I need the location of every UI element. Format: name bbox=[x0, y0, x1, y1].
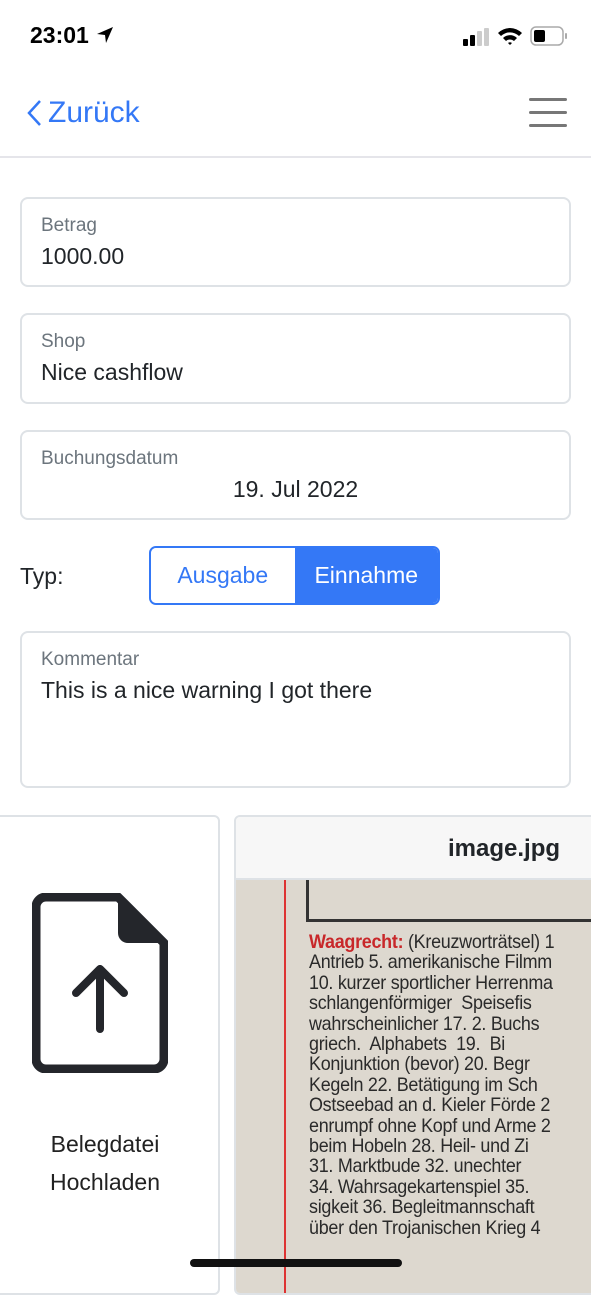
upload-label: Belegdatei Hochladen bbox=[50, 1131, 160, 1195]
comment-label: Kommentar bbox=[41, 649, 140, 670]
attachment-filename: image.jpg bbox=[236, 817, 591, 880]
back-button[interactable]: Zurück bbox=[26, 96, 140, 130]
type-label: Typ: bbox=[20, 563, 64, 589]
type-option-ausgabe[interactable]: Ausgabe bbox=[151, 548, 295, 603]
hamburger-menu-icon[interactable] bbox=[529, 98, 567, 128]
back-label: Zurück bbox=[48, 96, 140, 129]
location-arrow-icon bbox=[97, 27, 114, 43]
status-bar: 23:01 bbox=[0, 0, 591, 70]
amount-label: Betrag bbox=[41, 215, 97, 236]
type-option-einnahme[interactable]: Einnahme bbox=[294, 548, 438, 603]
photo-text: Waagrecht: (Kreuzworträtsel) 1 Antrieb 5… bbox=[309, 931, 555, 1239]
status-time: 23:01 bbox=[30, 22, 115, 49]
amount-value[interactable]: 1000.00 bbox=[41, 243, 124, 270]
booking-date-value[interactable]: 19. Jul 2022 bbox=[22, 476, 569, 503]
type-segmented-control: Ausgabe Einnahme bbox=[149, 546, 440, 605]
crossword-grid bbox=[306, 880, 591, 922]
comment-value[interactable]: This is a nice warning I got there bbox=[41, 677, 372, 704]
attachment-photo: Waagrecht: (Kreuzworträtsel) 1 Antrieb 5… bbox=[236, 880, 591, 1293]
attachment-image-card[interactable]: image.jpg Waagrecht: (Kreuzworträtsel) 1… bbox=[234, 815, 591, 1295]
shop-label: Shop bbox=[41, 331, 86, 352]
chevron-left-icon bbox=[27, 100, 41, 126]
navigation-bar: Zurück bbox=[0, 70, 591, 158]
home-indicator bbox=[190, 1259, 402, 1267]
comment-field[interactable]: Kommentar This is a nice warning I got t… bbox=[20, 631, 571, 788]
booking-date-field[interactable]: Buchungsdatum 19. Jul 2022 bbox=[20, 430, 571, 520]
shop-value[interactable]: Nice cashflow bbox=[41, 359, 183, 386]
battery-icon bbox=[530, 26, 567, 46]
amount-field[interactable]: Betrag 1000.00 bbox=[20, 197, 571, 287]
shop-field[interactable]: Shop Nice cashflow bbox=[20, 313, 571, 404]
cellular-signal-icon bbox=[463, 28, 489, 46]
wifi-icon bbox=[498, 28, 522, 45]
booking-date-label: Buchungsdatum bbox=[41, 448, 179, 469]
upload-receipt-card[interactable]: Belegdatei Hochladen bbox=[0, 815, 220, 1295]
file-upload-icon bbox=[32, 893, 168, 1073]
